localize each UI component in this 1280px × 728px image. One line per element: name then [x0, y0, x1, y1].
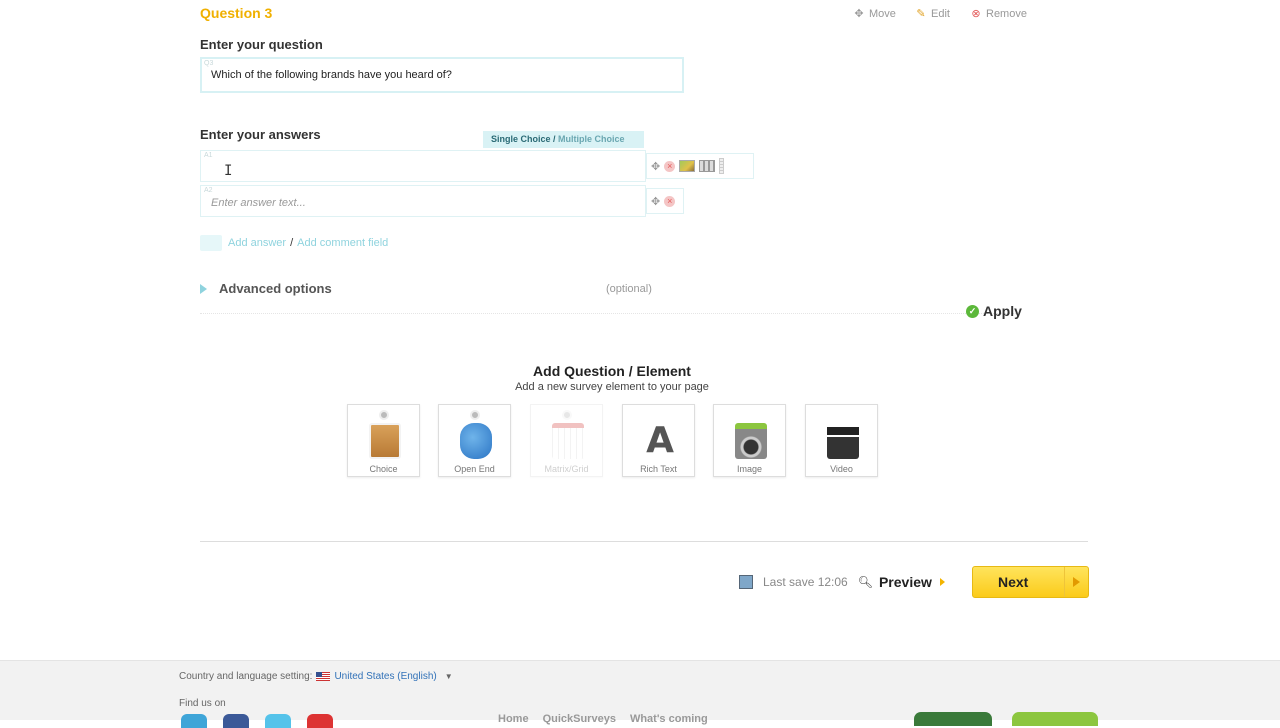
pin-icon: [562, 410, 572, 420]
tile-label: Rich Text: [640, 464, 677, 474]
grid-calendar-icon: [552, 423, 584, 459]
add-element-title: Add Question / Element: [533, 363, 691, 379]
footer-link-quicksurveys[interactable]: QuickSurveys: [543, 713, 616, 725]
expand-triangle-icon: [200, 283, 207, 294]
floppy-disk-icon: [739, 575, 753, 589]
youtube-icon[interactable]: [307, 714, 333, 728]
question-title: Question 3: [200, 5, 273, 21]
tile-label: Video: [830, 464, 853, 474]
dropdown-arrow-icon[interactable]: ▼: [445, 672, 453, 681]
remove-action[interactable]: ⊗ Remove: [970, 8, 1027, 20]
single-choice-option[interactable]: Single Choice /: [491, 134, 556, 144]
tile-matrix-grid: Matrix/Grid: [530, 404, 603, 477]
us-flag-icon: [316, 672, 331, 681]
edit-label: Edit: [931, 8, 950, 20]
question-text-field[interactable]: Q3 Which of the following brands have yo…: [200, 57, 684, 93]
apply-button[interactable]: ✓ Apply: [966, 303, 1022, 319]
add-image-icon[interactable]: [679, 160, 696, 172]
pin-icon: [470, 410, 480, 420]
preview-button[interactable]: Preview: [879, 574, 932, 590]
enter-question-label: Enter your question: [200, 37, 323, 52]
drag-handle-icon[interactable]: [719, 158, 725, 174]
add-comment-link[interactable]: Add comment field: [297, 237, 388, 249]
pin-icon: [379, 410, 389, 420]
tile-label: Choice: [369, 464, 398, 474]
next-label: Next: [998, 574, 1029, 590]
clapperboard-icon: [827, 423, 859, 459]
advanced-options-label: Advanced options: [219, 281, 332, 296]
country-setting: Country and language setting: United Sta…: [179, 671, 453, 682]
magnifier-icon: 🔍︎: [857, 575, 873, 589]
footer-link-whats-coming[interactable]: What's coming: [630, 713, 708, 725]
optional-note: (optional): [606, 283, 652, 295]
answer-1-tools: ✥ ×: [646, 153, 754, 179]
footer-link-home[interactable]: Home: [498, 713, 529, 725]
add-answer-row: Add answer / Add comment field: [200, 235, 388, 251]
find-us-label: Find us on: [179, 698, 226, 709]
answer-field-1[interactable]: A1: [200, 150, 646, 182]
tile-label: Matrix/Grid: [544, 464, 589, 474]
text-cursor-icon: I: [224, 163, 233, 179]
trust-badge-icon[interactable]: [914, 712, 992, 726]
move-action[interactable]: ✥ Move: [853, 8, 896, 20]
country-select[interactable]: United States (English): [334, 671, 436, 682]
facebook-icon[interactable]: [223, 714, 249, 728]
footer-links: Home QuickSurveys What's coming: [498, 713, 708, 725]
letter-a-icon: A: [646, 420, 674, 461]
apply-label: Apply: [983, 303, 1022, 319]
advanced-options-toggle[interactable]: Advanced options: [200, 281, 332, 296]
add-separator: /: [290, 237, 294, 249]
answer-placeholder: Enter answer text...: [211, 197, 306, 209]
pencil-icon: ✎: [916, 8, 926, 20]
answer-field-2[interactable]: A2 Enter answer text...: [200, 185, 646, 217]
remove-answer-icon[interactable]: ×: [664, 195, 676, 207]
question-tag: Q3: [204, 60, 214, 67]
move-icon: ✥: [854, 8, 864, 20]
remove-label: Remove: [986, 8, 1027, 20]
divider: [200, 313, 1020, 314]
last-save-text: Last save 12:06: [763, 575, 848, 589]
multiple-choice-option[interactable]: Multiple Choice: [558, 134, 625, 144]
tile-rich-text[interactable]: A Rich Text: [622, 404, 695, 477]
remove-answer-icon[interactable]: ×: [664, 160, 676, 172]
tile-label: Open End: [454, 464, 495, 474]
add-video-icon[interactable]: [699, 160, 716, 172]
answer-tag-2: A2: [204, 187, 213, 194]
chat-bubbles-icon: [460, 423, 492, 459]
answer-2-tools: ✥ ×: [646, 188, 684, 214]
section-divider: [200, 541, 1088, 542]
add-answer-link[interactable]: Add answer: [228, 237, 286, 249]
move-label: Move: [869, 8, 896, 20]
move-answer-icon[interactable]: ✥: [651, 160, 660, 173]
tile-image[interactable]: Image: [713, 404, 786, 477]
tile-open-end[interactable]: Open End: [438, 404, 511, 477]
twitter-icon[interactable]: [265, 714, 291, 728]
play-arrow-icon: [1064, 567, 1088, 597]
network-badge-icon[interactable]: [1012, 712, 1098, 726]
save-preview-group: Last save 12:06 🔍︎ Preview: [739, 574, 945, 590]
social-icon-1[interactable]: [181, 714, 207, 728]
move-answer-icon[interactable]: ✥: [651, 195, 660, 208]
add-element-subtitle: Add a new survey element to your page: [515, 381, 709, 393]
remove-circle-icon: ⊗: [971, 8, 981, 20]
question-text: Which of the following brands have you h…: [211, 69, 452, 81]
country-label: Country and language setting:: [179, 671, 313, 682]
clipboard-checklist-icon: [369, 423, 401, 459]
answer-tag-1: A1: [204, 152, 213, 159]
footer: [0, 660, 1280, 720]
add-plus-icon[interactable]: [200, 235, 222, 251]
enter-answers-label: Enter your answers: [200, 127, 321, 142]
camera-photo-icon: [735, 423, 767, 459]
answer-mode-toggle[interactable]: Single Choice / Multiple Choice: [483, 131, 644, 148]
tile-video[interactable]: Video: [805, 404, 878, 477]
edit-action[interactable]: ✎ Edit: [915, 8, 950, 20]
arrow-right-icon: [939, 578, 945, 586]
tile-choice[interactable]: Choice: [347, 404, 420, 477]
next-button[interactable]: Next: [972, 566, 1089, 598]
tile-label: Image: [736, 464, 762, 474]
check-icon: ✓: [966, 304, 979, 318]
